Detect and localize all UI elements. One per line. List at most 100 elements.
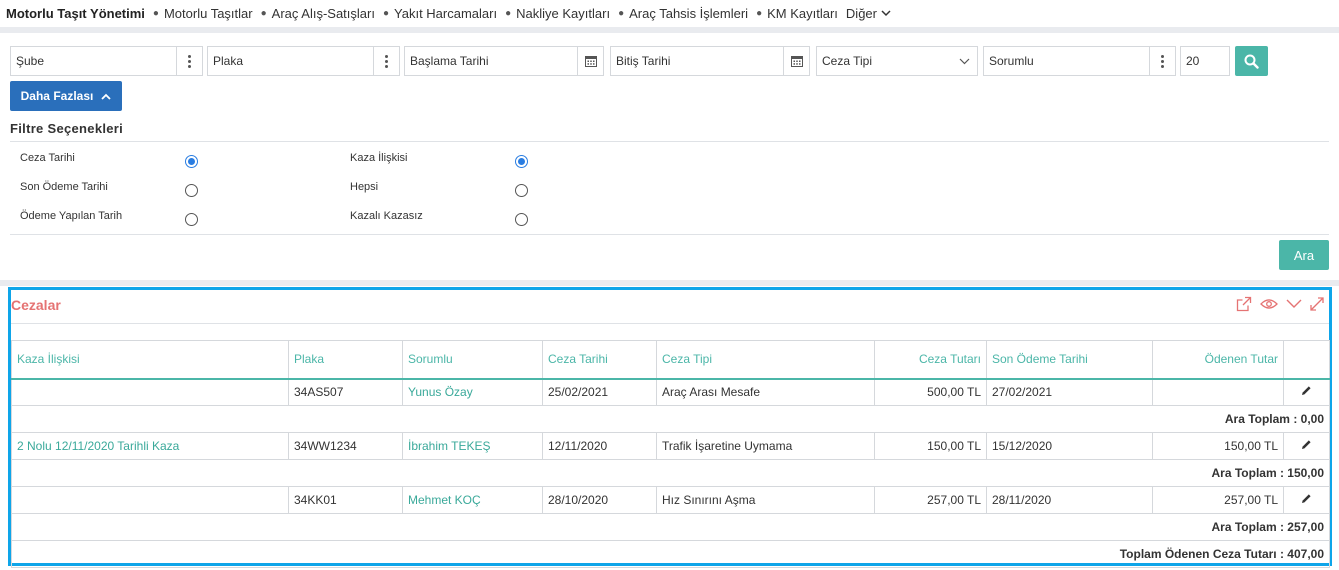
nav-item-label: Yakıt Harcamaları [394, 5, 498, 21]
cell-plaka: 34WW1234 [288, 432, 403, 460]
cell-sorumlu[interactable]: Mehmet KOÇ [402, 486, 543, 514]
chevron-down-icon [959, 58, 970, 64]
search-button[interactable] [1235, 46, 1268, 76]
bullet-icon: ● [618, 7, 625, 19]
cell-ceza-tarihi: 12/11/2020 [542, 432, 657, 460]
plate-options-button[interactable] [373, 47, 399, 75]
nav-item-label: Motorlu Taşıtlar [163, 5, 253, 21]
table-row: 2 Nolu 12/11/2020 Tarihli Kaza 34WW1234 … [11, 432, 1330, 460]
cell-kaza[interactable] [11, 378, 289, 406]
cell-ceza-tutari: 150,00 TL [874, 432, 987, 460]
divider [10, 234, 1329, 235]
module-title: Motorlu Taşıt Yönetimi [6, 5, 145, 21]
table-row: 34KK01 Mehmet KOÇ 28/10/2020 Hız Sınırın… [11, 486, 1330, 514]
kebab-icon [385, 54, 388, 68]
cell-son-odeme: 28/11/2020 [986, 486, 1153, 514]
bullet-icon: ● [260, 7, 267, 19]
radio-kaza-iliskisi[interactable] [515, 155, 528, 168]
subtotal-text: Ara Toplam : 0,00 [11, 405, 1330, 433]
cell-ceza-tipi: Hız Sınırını Aşma [656, 486, 875, 514]
column-header-odenen[interactable]: Ödenen Tutar [1152, 340, 1284, 380]
cell-sorumlu[interactable]: Yunus Özay [402, 378, 543, 406]
cell-son-odeme: 15/12/2020 [986, 432, 1153, 460]
cell-odenen [1152, 378, 1284, 406]
responsible-field[interactable]: Sorumlu [983, 46, 1176, 76]
start-date-picker-button[interactable] [577, 47, 603, 75]
nav-item-yakit-harcamalari[interactable]: ● Yakıt Harcamaları [383, 6, 497, 21]
plate-field[interactable]: Plaka [207, 46, 400, 76]
branch-field[interactable]: Şube [10, 46, 203, 76]
end-date-placeholder: Bitiş Tarihi [616, 54, 671, 68]
branch-field-placeholder: Şube [16, 54, 45, 68]
end-date-field[interactable]: Bitiş Tarihi [610, 46, 810, 76]
radio-kazali-kazasiz[interactable] [515, 213, 528, 226]
cell-ceza-tutari: 257,00 TL [874, 486, 987, 514]
divider [11, 323, 1329, 324]
bullet-icon: ● [756, 7, 763, 19]
column-header-plaka[interactable]: Plaka [288, 340, 403, 380]
end-date-picker-button[interactable] [783, 47, 809, 75]
penalties-table: Kaza İlişkisi Plaka Sorumlu Ceza Tarihi … [11, 340, 1330, 568]
column-header-sorumlu[interactable]: Sorumlu [402, 340, 543, 380]
bullet-icon: ● [152, 7, 159, 19]
subtotal-text: Ara Toplam : 150,00 [11, 459, 1330, 487]
responsible-field-placeholder: Sorumlu [989, 54, 1034, 68]
nav-item-km-kayitlari[interactable]: ● KM Kayıtları [756, 6, 838, 21]
responsible-options-button[interactable] [1149, 47, 1175, 75]
nav-item-label: Araç Tahsis İşlemleri [629, 5, 749, 21]
cell-plaka: 34KK01 [288, 486, 403, 514]
panel-toolbar [1236, 296, 1324, 312]
nav-item-arac-alis-satislari[interactable]: ● Araç Alış-Satışları [261, 6, 375, 21]
nav-more-dropdown[interactable]: Diğer [846, 6, 891, 21]
start-date-placeholder: Başlama Tarihi [410, 54, 489, 68]
column-header-ceza-tarihi[interactable]: Ceza Tarihi [542, 340, 657, 380]
bullet-icon: ● [382, 7, 390, 19]
chevron-down-icon[interactable] [1286, 299, 1302, 309]
cell-kaza[interactable] [11, 486, 289, 514]
export-icon[interactable] [1236, 296, 1252, 312]
option-label-odeme-yapilan-tarih: Ödeme Yapılan Tarih [20, 210, 123, 222]
column-header-son-odeme[interactable]: Son Ödeme Tarihi [986, 340, 1153, 380]
column-header-kaza[interactable]: Kaza İlişkisi [11, 340, 289, 380]
nav-item-label: Nakliye Kayıtları [516, 5, 611, 21]
start-date-field[interactable]: Başlama Tarihi [404, 46, 604, 76]
subtotal-row: Ara Toplam : 257,00 [11, 513, 1330, 541]
nav-item-arac-tahsis[interactable]: ● Araç Tahsis İşlemleri [618, 6, 748, 21]
calendar-icon [584, 56, 597, 67]
radio-odeme-yapilan-tarih[interactable] [185, 213, 198, 226]
branch-options-button[interactable] [176, 47, 202, 75]
edit-pencil-icon[interactable] [1301, 385, 1312, 396]
cell-kaza[interactable]: 2 Nolu 12/11/2020 Tarihli Kaza [11, 432, 289, 460]
cell-actions [1283, 378, 1330, 406]
table-row: 34AS507 Yunus Özay 25/02/2021 Araç Arası… [11, 378, 1330, 406]
top-nav: Motorlu Taşıt Yönetimi ● Motorlu Taşıtlar… [0, 0, 1339, 26]
penalty-type-value: Ceza Tipi [822, 54, 873, 68]
separator [0, 280, 1339, 286]
more-filters-label: Daha Fazlası [20, 89, 94, 103]
radio-son-odeme-tarihi[interactable] [185, 184, 198, 197]
nav-item-motorlu-tasitlar[interactable]: ● Motorlu Taşıtlar [153, 6, 253, 21]
edit-pencil-icon[interactable] [1301, 493, 1312, 504]
radio-ceza-tarihi[interactable] [185, 155, 198, 168]
eye-icon[interactable] [1260, 298, 1278, 310]
expand-icon[interactable] [1310, 297, 1324, 311]
more-filters-button[interactable]: Daha Fazlası [10, 81, 122, 111]
nav-item-label: KM Kayıtları [767, 5, 838, 21]
radio-hepsi[interactable] [515, 184, 528, 197]
nav-item-label: Araç Alış-Satışları [271, 5, 375, 21]
apply-search-button[interactable]: Ara [1279, 240, 1329, 270]
cell-ceza-tipi: Trafik İşaretine Uymama [656, 432, 875, 460]
bullet-icon: ● [505, 7, 512, 19]
cell-actions [1283, 486, 1330, 514]
column-header-ceza-tutari[interactable]: Ceza Tutarı [874, 340, 987, 380]
page-size-field[interactable]: 20 [1180, 46, 1230, 76]
plate-field-placeholder: Plaka [213, 54, 244, 68]
subtotal-row: Ara Toplam : 0,00 [11, 405, 1330, 433]
option-label-ceza-tarihi: Ceza Tarihi [20, 152, 75, 164]
cell-odenen: 257,00 TL [1152, 486, 1284, 514]
column-header-ceza-tipi[interactable]: Ceza Tipi [656, 340, 875, 380]
penalty-type-select[interactable]: Ceza Tipi [816, 46, 978, 76]
edit-pencil-icon[interactable] [1301, 439, 1312, 450]
cell-sorumlu[interactable]: İbrahim TEKEŞ [402, 432, 543, 460]
nav-item-nakliye-kayitlari[interactable]: ● Nakliye Kayıtları [505, 6, 610, 21]
